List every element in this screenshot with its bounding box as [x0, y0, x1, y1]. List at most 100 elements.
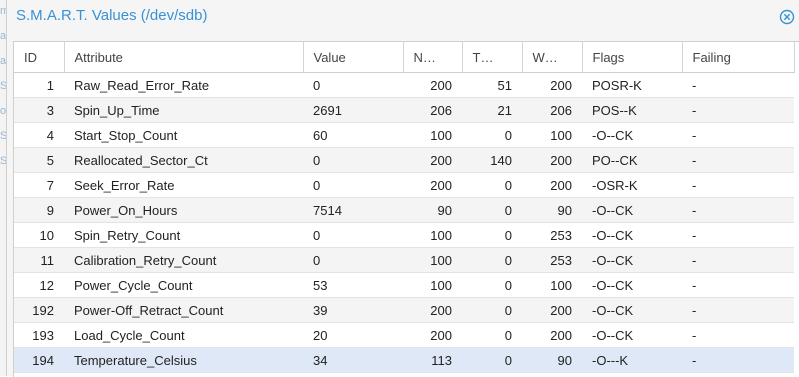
cell-attribute: Load_Cycle_Count — [64, 322, 303, 348]
cell-id: 193 — [14, 322, 64, 348]
column-header-threshold[interactable]: T… — [462, 42, 523, 73]
cell-id: 5 — [14, 147, 64, 173]
cell-attribute: Spin_Retry_Count — [64, 222, 303, 248]
cell-attribute: Start_Stop_Count — [64, 122, 303, 148]
cell-normalized: 200 — [403, 297, 462, 323]
cell-failing: - — [682, 247, 794, 273]
column-header-normalized[interactable]: N… — [403, 42, 463, 73]
cell-flags: POS--K — [582, 97, 682, 123]
cell-normalized: 90 — [403, 197, 462, 223]
cell-id: 9 — [14, 197, 64, 223]
cell-id: 1 — [14, 72, 64, 98]
cell-normalized: 200 — [403, 322, 462, 348]
cell-value: 60 — [303, 122, 403, 148]
cell-failing: - — [682, 347, 794, 373]
column-header-attribute[interactable]: Attribute — [64, 42, 304, 73]
table-row[interactable]: 11 Calibration_Retry_Count 0 100 0 253 -O--CK - — [14, 247, 794, 273]
cell-failing: - — [682, 322, 794, 348]
cell-value: 0 — [303, 72, 403, 98]
cell-flags: -O--CK — [582, 197, 682, 223]
table-row[interactable]: 7 Seek_Error_Rate 0 200 0 200 -OSR-K - — [14, 172, 794, 198]
cell-worst: 100 — [522, 122, 582, 148]
cell-value: 0 — [303, 147, 403, 173]
column-header-failing[interactable]: Failing — [682, 42, 795, 73]
cell-failing: - — [682, 147, 794, 173]
cell-normalized: 206 — [403, 97, 462, 123]
table-row[interactable]: 10 Spin_Retry_Count 0 100 0 253 -O--CK - — [14, 222, 794, 248]
cell-worst: 200 — [522, 147, 582, 173]
cell-failing: - — [682, 272, 794, 298]
cell-worst: 206 — [522, 97, 582, 123]
cell-flags: -O--CK — [582, 222, 682, 248]
close-circle-icon[interactable] — [779, 9, 795, 25]
cell-worst: 90 — [522, 197, 582, 223]
cell-id: 7 — [14, 172, 64, 198]
cell-worst: 90 — [522, 347, 582, 373]
cell-threshold: 0 — [462, 247, 522, 273]
cell-value: 34 — [303, 347, 403, 373]
cell-value: 7514 — [303, 197, 403, 223]
smart-table: ID Attribute Value N… T… W… Flags Failin… — [14, 42, 795, 373]
cell-threshold: 0 — [462, 172, 522, 198]
table-row[interactable]: 4 Start_Stop_Count 60 100 0 100 -O--CK - — [14, 122, 794, 148]
cell-failing: - — [682, 97, 794, 123]
cell-id: 192 — [14, 297, 64, 323]
column-header-value[interactable]: Value — [303, 42, 404, 73]
table-row[interactable]: 9 Power_On_Hours 7514 90 0 90 -O--CK - — [14, 197, 794, 223]
cell-worst: 253 — [522, 247, 582, 273]
cell-threshold: 0 — [462, 222, 522, 248]
cell-attribute: Power_On_Hours — [64, 197, 303, 223]
cell-value: 0 — [303, 247, 403, 273]
window-title: S.M.A.R.T. Values (/dev/sdb) — [16, 7, 208, 24]
cell-attribute: Spin_Up_Time — [64, 97, 303, 123]
cell-failing: - — [682, 72, 794, 98]
cell-threshold: 0 — [462, 322, 522, 348]
cell-threshold: 0 — [462, 197, 522, 223]
cell-failing: - — [682, 122, 794, 148]
cell-id: 4 — [14, 122, 64, 148]
cell-id: 11 — [14, 247, 64, 273]
column-header-id[interactable]: ID — [14, 42, 65, 73]
cell-id: 12 — [14, 272, 64, 298]
cell-worst: 253 — [522, 222, 582, 248]
cell-id: 3 — [14, 97, 64, 123]
smart-values-grid: ID Attribute Value N… T… W… Flags Failin… — [13, 41, 799, 377]
smart-values-window: S.M.A.R.T. Values (/dev/sdb) ID Attribut… — [6, 0, 799, 377]
cell-normalized: 200 — [403, 72, 462, 98]
cell-failing: - — [682, 197, 794, 223]
table-row[interactable]: 192 Power-Off_Retract_Count 39 200 0 200 -O--C… — [14, 297, 794, 323]
cell-failing: - — [682, 297, 794, 323]
cell-normalized: 100 — [403, 272, 462, 298]
table-row[interactable]: 194 Temperature_Celsius 34 113 0 90 -O---K - — [14, 347, 794, 373]
cell-flags: -O--CK — [582, 322, 682, 348]
cell-worst: 100 — [522, 272, 582, 298]
cell-flags: -OSR-K — [582, 172, 682, 198]
cell-flags: -O---K — [582, 347, 682, 373]
table-row[interactable]: 12 Power_Cycle_Count 53 100 0 100 -O--CK - — [14, 272, 794, 298]
cell-worst: 200 — [522, 322, 582, 348]
table-row[interactable]: 5 Reallocated_Sector_Ct 0 200 140 200 PO--CK - — [14, 147, 794, 173]
cell-attribute: Temperature_Celsius — [64, 347, 303, 373]
cell-value: 0 — [303, 222, 403, 248]
cell-value: 0 — [303, 172, 403, 198]
table-row[interactable]: 3 Spin_Up_Time 2691 206 21 206 POS--K - — [14, 97, 794, 123]
cell-worst: 200 — [522, 72, 582, 98]
cell-attribute: Raw_Read_Error_Rate — [64, 72, 303, 98]
column-header-flags[interactable]: Flags — [582, 42, 683, 73]
table-row[interactable]: 1 Raw_Read_Error_Rate 0 200 51 200 POSR-K - — [14, 72, 794, 98]
column-header-worst[interactable]: W… — [522, 42, 583, 73]
cell-threshold: 140 — [462, 147, 522, 173]
cell-flags: PO--CK — [582, 147, 682, 173]
table-row[interactable]: 193 Load_Cycle_Count 20 200 0 200 -O--CK - — [14, 322, 794, 348]
cell-normalized: 200 — [403, 172, 462, 198]
cell-attribute: Reallocated_Sector_Ct — [64, 147, 303, 173]
cell-normalized: 200 — [403, 147, 462, 173]
cell-value: 2691 — [303, 97, 403, 123]
cell-threshold: 21 — [462, 97, 522, 123]
cell-attribute: Power-Off_Retract_Count — [64, 297, 303, 323]
cell-flags: -O--CK — [582, 272, 682, 298]
cell-normalized: 113 — [403, 347, 462, 373]
window-titlebar[interactable]: S.M.A.R.T. Values (/dev/sdb) — [7, 0, 799, 36]
cell-value: 53 — [303, 272, 403, 298]
cell-attribute: Seek_Error_Rate — [64, 172, 303, 198]
